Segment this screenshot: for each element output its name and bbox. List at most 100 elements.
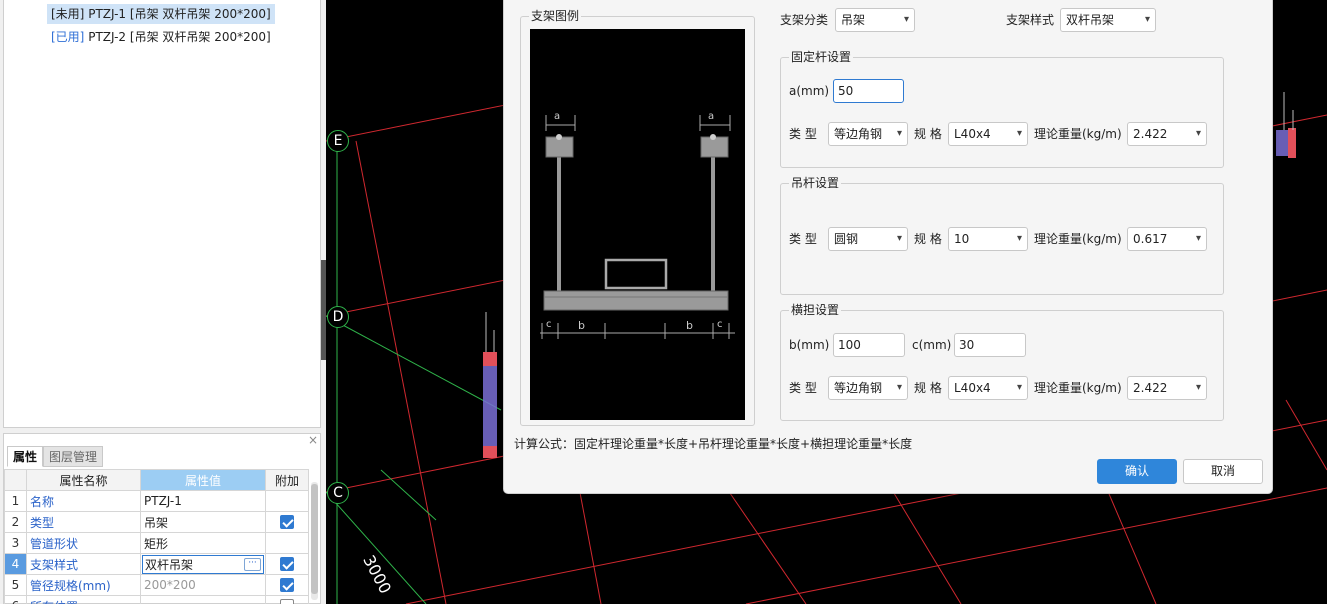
cancel-button[interactable]: 取消 xyxy=(1183,459,1263,484)
table-row[interactable]: 1 名称 PTZJ-1 xyxy=(4,490,309,512)
property-extra xyxy=(265,490,309,512)
dim-c-left: c xyxy=(546,319,552,330)
dim-c-right: c xyxy=(717,319,723,330)
tree-item-status: [未用] xyxy=(51,7,85,21)
fixed-spec-select[interactable]: L40x4 xyxy=(948,122,1028,146)
property-name-header: 属性名称 xyxy=(26,469,141,491)
extra-checkbox[interactable] xyxy=(280,599,294,604)
tree-item-ptzj-1[interactable]: [未用] PTZJ-1 [吊架 双杆吊架 200*200] xyxy=(47,4,275,24)
more-options-button[interactable]: ··· xyxy=(244,557,261,571)
table-row[interactable]: 5 管径规格(mm) 200*200 xyxy=(4,574,309,596)
pipe-segment-left xyxy=(483,312,497,458)
property-value[interactable] xyxy=(140,595,266,604)
left-panel: [未用] PTZJ-1 [吊架 双杆吊架 200*200] [已用] PTZJ-… xyxy=(0,0,326,604)
tree-item-label: PTZJ-1 [吊架 双杆吊架 200*200] xyxy=(88,7,271,21)
property-value[interactable]: PTZJ-1 xyxy=(140,490,266,512)
cross-weight-select[interactable]: 2.422 xyxy=(1127,376,1207,400)
property-name: 类型 xyxy=(26,511,141,533)
property-name: 管道形状 xyxy=(26,532,141,554)
property-extra-header: 附加 xyxy=(265,469,309,491)
property-name: 名称 xyxy=(26,490,141,512)
row-number-header xyxy=(4,469,27,491)
property-extra xyxy=(265,532,309,554)
component-tree: [未用] PTZJ-1 [吊架 双杆吊架 200*200] [已用] PTZJ-… xyxy=(3,0,321,428)
fixed-weight-select[interactable]: 2.422 xyxy=(1127,122,1207,146)
b-input[interactable]: 100 xyxy=(833,333,905,357)
support-diagram xyxy=(540,115,735,339)
property-value: 双杆吊架 xyxy=(145,557,194,572)
hanger-type-label: 类 型 xyxy=(789,232,817,246)
c-label: c(mm) xyxy=(912,338,952,352)
property-value[interactable]: 吊架 xyxy=(140,511,266,533)
row-number: 6 xyxy=(4,595,27,604)
property-value-header: 属性值 xyxy=(140,469,266,491)
row-number: 5 xyxy=(4,574,27,596)
cross-type-select[interactable]: 等边角钢 xyxy=(828,376,908,400)
b-label: b(mm) xyxy=(789,338,830,352)
hanger-type-select[interactable]: 圆钢 xyxy=(828,227,908,251)
property-scrollbar[interactable] xyxy=(311,482,318,600)
cross-type-label: 类 型 xyxy=(789,381,817,395)
property-name: 管径规格(mm) xyxy=(26,574,141,596)
close-icon[interactable]: × xyxy=(308,434,318,446)
fixed-weight-label: 理论重量(kg/m) xyxy=(1034,127,1122,141)
a-input[interactable]: 50 xyxy=(833,79,904,103)
property-tabs: 属性 图层管理 xyxy=(7,446,104,467)
property-value[interactable]: 矩形 xyxy=(140,532,266,554)
preview-title: 支架图例 xyxy=(529,8,582,24)
fixed-spec-label: 规 格 xyxy=(914,127,942,141)
row-number: 4 xyxy=(4,553,27,575)
property-value: 200*200 xyxy=(140,574,266,596)
table-row[interactable]: 2 类型 吊架 xyxy=(4,511,309,533)
row-number: 1 xyxy=(4,490,27,512)
tree-item-ptzj-2[interactable]: [已用] PTZJ-2 [吊架 双杆吊架 200*200] xyxy=(47,27,275,47)
dim-b-right: b xyxy=(686,319,693,332)
table-row[interactable]: 6 所在位置 xyxy=(4,595,309,604)
formula-text: 计算公式：固定杆理论重量*长度+吊杆理论重量*长度+横担理论重量*长度 xyxy=(514,437,913,451)
fixed-type-select[interactable]: 等边角钢 xyxy=(828,122,908,146)
dim-b-left: b xyxy=(578,319,585,332)
confirm-button[interactable]: 确认 xyxy=(1097,459,1177,484)
hanger-rod-group: 吊杆设置 类 型 圆钢 规 格 10 理论重量(kg/m) 0.617 xyxy=(780,175,1224,295)
cross-spec-label: 规 格 xyxy=(914,381,942,395)
category-select[interactable]: 吊架 xyxy=(835,8,915,32)
axis-label-e[interactable]: E xyxy=(327,130,349,152)
tab-properties[interactable]: 属性 xyxy=(7,446,44,467)
hanger-spec-label: 规 格 xyxy=(914,232,942,246)
extra-checkbox[interactable] xyxy=(280,557,294,571)
hanger-rod-title: 吊杆设置 xyxy=(789,175,842,191)
tree-item-label: PTZJ-2 [吊架 双杆吊架 200*200] xyxy=(88,30,271,44)
cross-arm-title: 横担设置 xyxy=(789,302,842,318)
category-label: 支架分类 xyxy=(780,13,829,27)
property-panel: × 属性 图层管理 属性名称 属性值 附加 1 名称 PTZJ-1 2 类型 吊… xyxy=(3,433,321,604)
style-label: 支架样式 xyxy=(1006,13,1055,27)
hanger-weight-label: 理论重量(kg/m) xyxy=(1034,232,1122,246)
tree-item-status: [已用] xyxy=(51,30,85,44)
style-select[interactable]: 双杆吊架 xyxy=(1060,8,1156,32)
extra-checkbox[interactable] xyxy=(280,578,294,592)
fixed-type-label: 类 型 xyxy=(789,127,817,141)
c-input[interactable]: 30 xyxy=(954,333,1026,357)
property-value-editor[interactable]: 双杆吊架 ··· xyxy=(140,553,266,575)
preview-group: 支架图例 a a c b b c xyxy=(520,8,755,426)
property-extra xyxy=(265,595,309,604)
tab-layer-management[interactable]: 图层管理 xyxy=(43,446,104,467)
property-table-header: 属性名称 属性值 附加 xyxy=(4,469,309,491)
axis-label-c[interactable]: C xyxy=(327,482,349,504)
property-extra xyxy=(265,553,309,575)
table-row[interactable]: 3 管道形状 矩形 xyxy=(4,532,309,554)
dim-a-left: a xyxy=(554,111,561,122)
property-value-editbox[interactable]: 双杆吊架 ··· xyxy=(142,554,264,574)
row-number: 2 xyxy=(4,511,27,533)
hanger-spec-select[interactable]: 10 xyxy=(948,227,1028,251)
hanger-weight-select[interactable]: 0.617 xyxy=(1127,227,1207,251)
support-preview-image: a a c b b c xyxy=(530,29,745,420)
cross-weight-label: 理论重量(kg/m) xyxy=(1034,381,1122,395)
property-extra xyxy=(265,511,309,533)
extra-checkbox[interactable] xyxy=(280,515,294,529)
axis-label-d[interactable]: D xyxy=(327,306,349,328)
row-number: 3 xyxy=(4,532,27,554)
scrollbar-thumb[interactable] xyxy=(311,484,318,594)
table-row[interactable]: 4 支架样式 双杆吊架 ··· xyxy=(4,553,309,575)
cross-spec-select[interactable]: L40x4 xyxy=(948,376,1028,400)
